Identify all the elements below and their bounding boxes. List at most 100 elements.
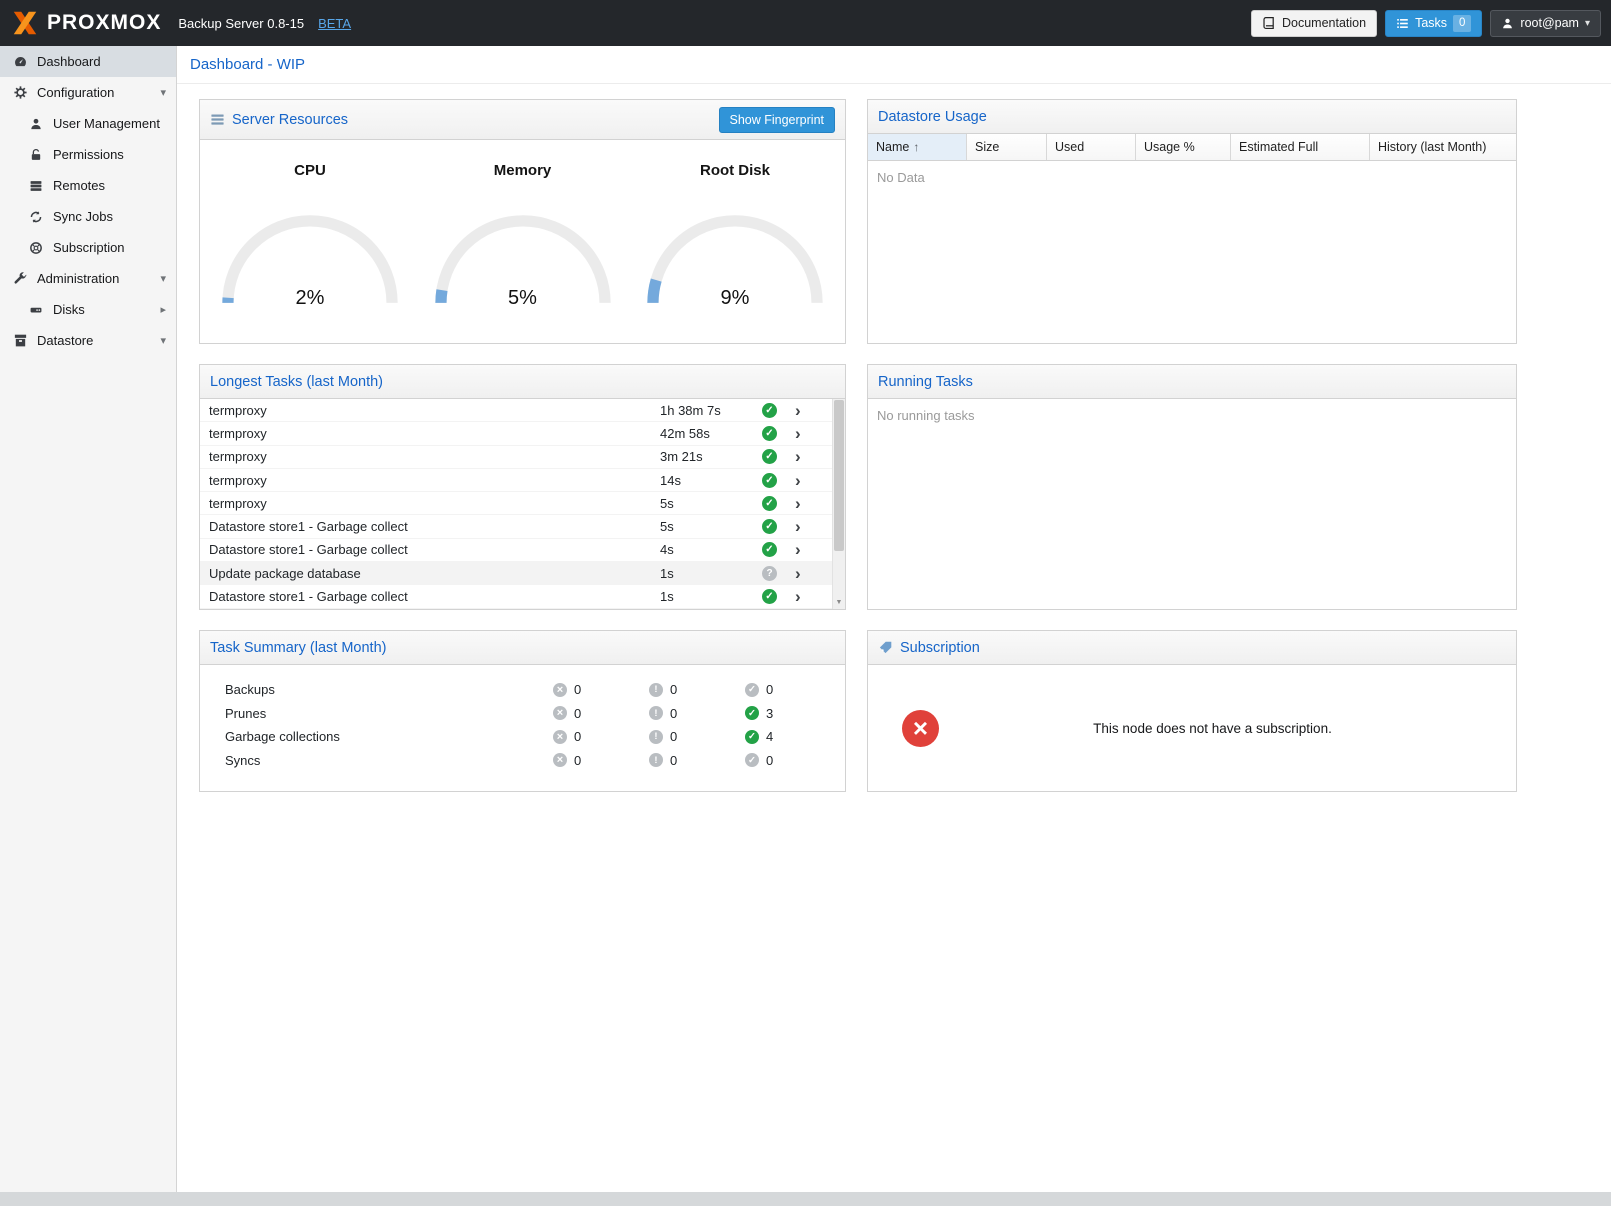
column-header-history[interactable]: History (last Month)	[1370, 134, 1516, 160]
life-ring-icon	[28, 241, 44, 255]
sidebar-item-label: Subscription	[53, 240, 125, 255]
ok-icon	[745, 706, 759, 720]
topbar-actions: Documentation Tasks 0 root@pam ▾	[1251, 10, 1601, 37]
error-count-cell: 0	[553, 706, 649, 721]
task-status	[762, 403, 795, 418]
error-icon	[553, 730, 567, 744]
task-status	[762, 566, 795, 581]
error-icon	[553, 683, 567, 697]
sidebar-item-remotes[interactable]: Remotes	[0, 170, 176, 201]
chevron-right-icon[interactable]: ›	[795, 448, 823, 465]
user-label: root@pam	[1520, 16, 1579, 30]
sidebar-item-user-management[interactable]: User Management	[0, 108, 176, 139]
task-row[interactable]: termproxy 3m 21s ›	[200, 446, 832, 469]
chevron-right-icon[interactable]: ›	[795, 518, 823, 535]
chevron-right-icon[interactable]: ›	[795, 402, 823, 419]
gauge-value: 2%	[215, 287, 405, 310]
server-resources-panel: Server Resources Show Fingerprint CPU 2%	[199, 99, 846, 344]
task-row[interactable]: termproxy 1h 38m 7s ›	[200, 399, 832, 422]
task-row[interactable]: termproxy 14s ›	[200, 469, 832, 492]
task-row[interactable]: Update package database 1s ›	[200, 562, 832, 585]
task-row[interactable]: termproxy 5s ›	[200, 492, 832, 515]
status-ok-icon	[762, 542, 777, 557]
column-header-size[interactable]: Size	[967, 134, 1047, 160]
status-unknown-icon	[762, 566, 777, 581]
tasks-count-badge: 0	[1453, 15, 1471, 32]
ok-count: 4	[766, 729, 773, 744]
chevron-right-icon[interactable]: ›	[795, 565, 823, 582]
documentation-button[interactable]: Documentation	[1251, 10, 1377, 37]
proxmox-logo-icon	[10, 8, 40, 38]
caret-down-icon[interactable]: ▾	[160, 334, 166, 347]
task-name: termproxy	[209, 449, 660, 464]
task-summary-header: Task Summary (last Month)	[200, 631, 845, 665]
sidebar-item-label: Administration	[37, 271, 119, 286]
chevron-right-icon[interactable]: ›	[795, 588, 823, 605]
task-name: Datastore store1 - Garbage collect	[209, 542, 660, 557]
caret-down-icon[interactable]: ▾	[160, 272, 166, 285]
user-menu-button[interactable]: root@pam ▾	[1490, 10, 1601, 37]
task-summary-row: Syncs 0 0 0	[200, 749, 845, 773]
caret-right-icon[interactable]: ▸	[160, 303, 166, 316]
status-ok-icon	[762, 589, 777, 604]
scrollbar-thumb[interactable]	[834, 400, 844, 551]
vertical-scrollbar[interactable]: ▼	[832, 399, 845, 609]
warning-icon	[649, 683, 663, 697]
sidebar-item-label: Permissions	[53, 147, 124, 162]
warning-count-cell: 0	[649, 753, 745, 768]
column-header-usage-pct[interactable]: Usage %	[1136, 134, 1231, 160]
status-ok-icon	[762, 496, 777, 511]
beta-link[interactable]: BETA	[318, 16, 351, 31]
task-duration: 1h 38m 7s	[660, 403, 762, 418]
task-row[interactable]: termproxy 42m 58s ›	[200, 422, 832, 445]
task-status	[762, 589, 795, 604]
brand-name: PROXMOX	[47, 11, 161, 35]
sidebar-item-dashboard[interactable]: Dashboard	[0, 46, 176, 77]
summary-label: Prunes	[225, 706, 553, 721]
column-header-name[interactable]: Name ↑	[868, 134, 967, 160]
chevron-right-icon[interactable]: ›	[795, 495, 823, 512]
caret-down-icon[interactable]: ▾	[160, 86, 166, 99]
panel-title: Task Summary (last Month)	[210, 640, 386, 656]
sidebar-item-subscription[interactable]: Subscription	[0, 232, 176, 263]
server-resources-icon	[210, 112, 225, 127]
task-summary-row: Garbage collections 0 0 4	[200, 725, 845, 749]
task-status	[762, 519, 795, 534]
sidebar-item-disks[interactable]: Disks ▸	[0, 294, 176, 325]
task-row[interactable]: Datastore store1 - Garbage collect 4s ›	[200, 539, 832, 562]
task-status	[762, 449, 795, 464]
warning-count-cell: 0	[649, 729, 745, 744]
task-status	[762, 473, 795, 488]
task-row[interactable]: Datastore store1 - Garbage collect 1s ›	[200, 585, 832, 608]
chevron-right-icon[interactable]: ›	[795, 425, 823, 442]
show-fingerprint-button[interactable]: Show Fingerprint	[719, 107, 836, 133]
tasks-button[interactable]: Tasks 0	[1385, 10, 1482, 37]
sidebar-item-administration[interactable]: Administration ▾	[0, 263, 176, 294]
scrollbar-down-arrow-icon[interactable]: ▼	[833, 596, 845, 609]
task-name: Datastore store1 - Garbage collect	[209, 589, 660, 604]
chevron-right-icon[interactable]: ›	[795, 472, 823, 489]
subscription-header: Subscription	[868, 631, 1516, 665]
task-name: termproxy	[209, 473, 660, 488]
warning-count-cell: 0	[649, 682, 745, 697]
task-row[interactable]: Datastore store1 - Garbage collect 5s ›	[200, 515, 832, 538]
panel-title: Server Resources	[232, 112, 348, 128]
sidebar-item-configuration[interactable]: Configuration ▾	[0, 77, 176, 108]
task-duration: 42m 58s	[660, 426, 762, 441]
error-count: 0	[574, 729, 581, 744]
chevron-right-icon[interactable]: ›	[795, 541, 823, 558]
task-name: termproxy	[209, 496, 660, 511]
error-count: 0	[574, 706, 581, 721]
error-count-cell: 0	[553, 682, 649, 697]
column-label: Usage %	[1144, 140, 1195, 154]
ok-count-cell: 3	[745, 706, 841, 721]
sidebar-item-datastore[interactable]: Datastore ▾	[0, 325, 176, 356]
task-duration: 1s	[660, 589, 762, 604]
unlock-icon	[28, 148, 44, 162]
column-header-used[interactable]: Used	[1047, 134, 1136, 160]
column-header-estimated-full[interactable]: Estimated Full	[1231, 134, 1370, 160]
sidebar-item-permissions[interactable]: Permissions	[0, 139, 176, 170]
sidebar-item-sync-jobs[interactable]: Sync Jobs	[0, 201, 176, 232]
wrench-icon	[12, 271, 28, 286]
task-duration: 4s	[660, 542, 762, 557]
